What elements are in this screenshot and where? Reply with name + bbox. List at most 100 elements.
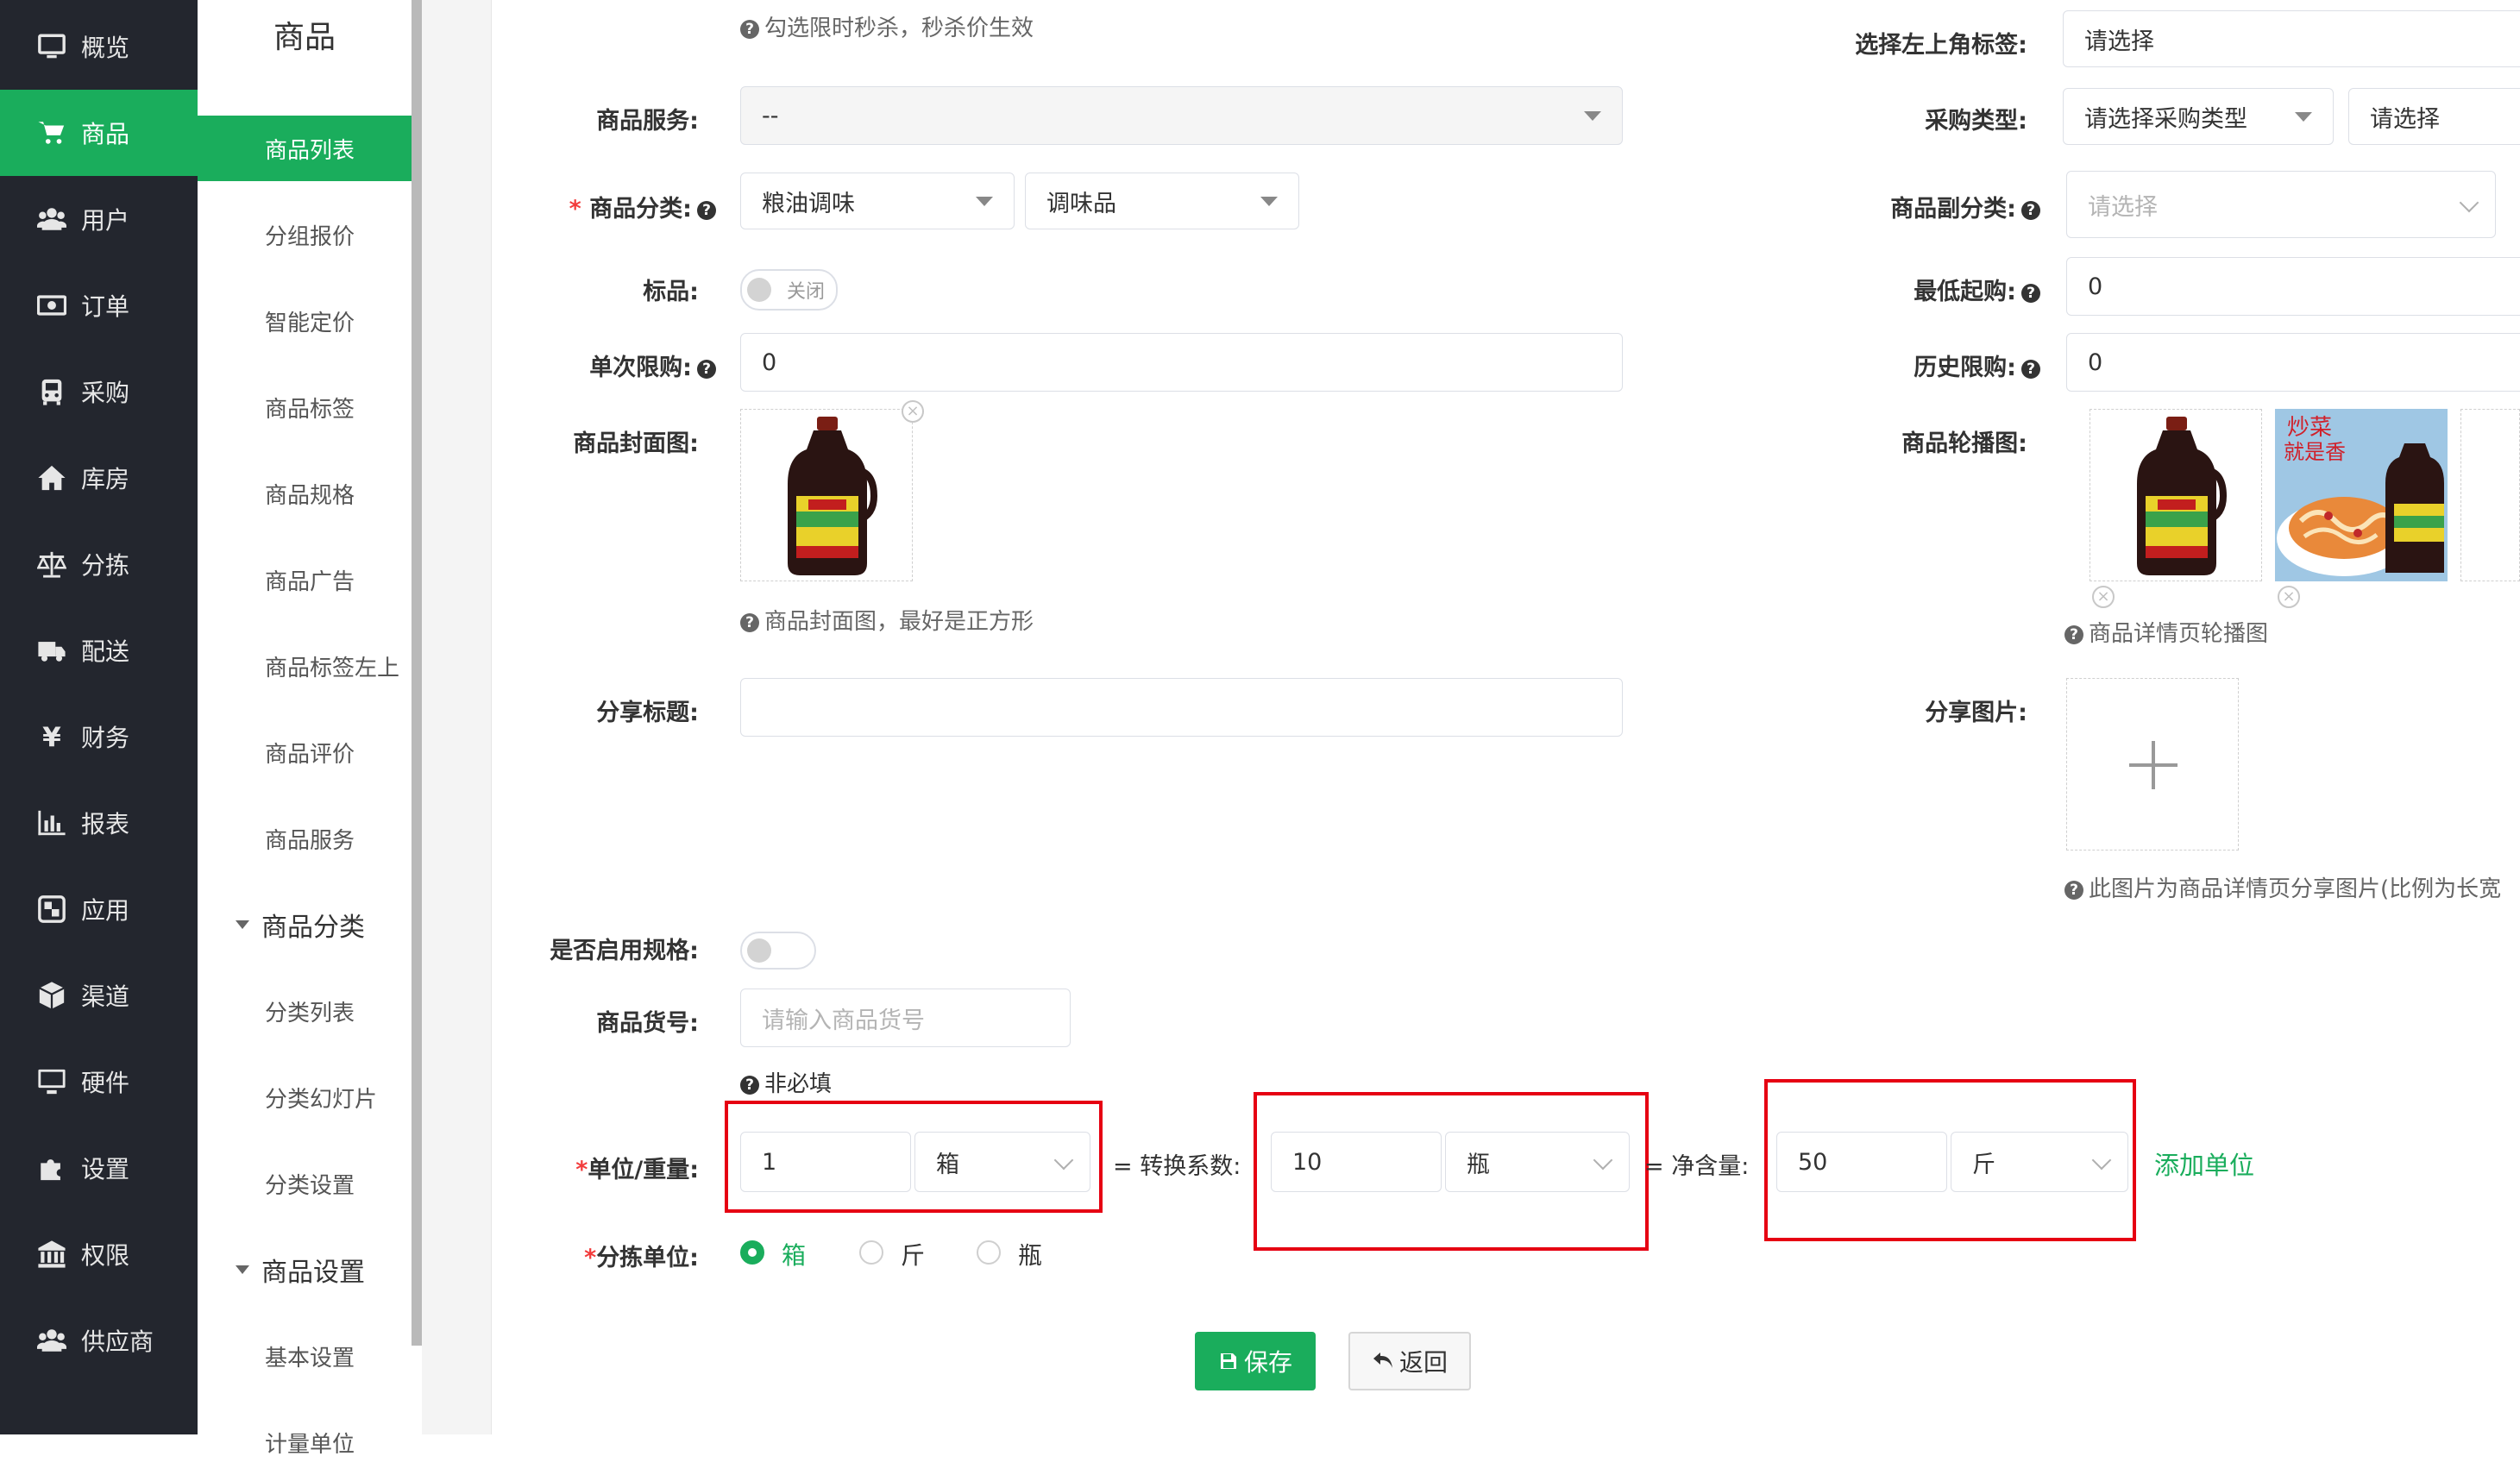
cover-label: 商品封面图: — [573, 430, 699, 457]
pick-unit-radio-jin[interactable] — [859, 1240, 883, 1265]
sidebar-group-category[interactable]: 商品分类 — [198, 892, 412, 957]
nav-item-4[interactable]: 采购 — [0, 348, 198, 435]
pick-unit-radio-box[interactable] — [740, 1240, 764, 1265]
category-label: * 商品分类:? — [466, 190, 716, 223]
apps-icon — [36, 894, 67, 925]
standard-label: 标品: — [643, 279, 699, 305]
nav-item-1[interactable]: 商品 — [0, 90, 198, 176]
back-button[interactable]: 返回 — [1348, 1332, 1471, 1390]
nav-item-13[interactable]: 设置 — [0, 1125, 198, 1211]
sub-category-select[interactable]: 请选择 — [2066, 171, 2496, 238]
carousel-hint: ? 商品详情页轮播图 — [2064, 616, 2268, 648]
scale-icon — [36, 549, 67, 580]
nav-item-label: 应用 — [81, 896, 130, 925]
purchase-type-select[interactable]: 请选择采购类型 — [2063, 88, 2334, 145]
sidebar-item-6[interactable]: 商品标签左上 — [198, 633, 412, 699]
nav-item-11[interactable]: 渠道 — [0, 952, 198, 1039]
single-limit-input[interactable]: 0 — [740, 333, 1623, 392]
pick-unit-option-jin[interactable]: 斤 — [901, 1237, 925, 1271]
nav-item-label: 商品 — [81, 120, 130, 148]
nav-item-3[interactable]: 订单 — [0, 262, 198, 348]
share-image-hint: ? 此图片为商品详情页分享图片(比例为长宽 — [2064, 871, 2501, 903]
sidebar-item-3[interactable]: 商品标签 — [198, 374, 412, 440]
help-icon: ? — [2064, 880, 2083, 900]
sidebar-item-7[interactable]: 商品评价 — [198, 719, 412, 785]
sidebar-item-0[interactable]: 商品列表 — [198, 116, 412, 181]
corner-tag-select[interactable]: 请选择 — [2063, 10, 2520, 67]
share-image-label: 分享图片: — [1925, 700, 2027, 726]
sidebar-item-label: 分类设置 — [265, 1172, 355, 1199]
carousel-image-2[interactable]: 炒菜 就是香 — [2275, 409, 2448, 581]
spec-toggle[interactable] — [740, 932, 816, 970]
soy-sauce-bottle-image — [2137, 417, 2228, 575]
history-limit-input[interactable]: 0 — [2066, 333, 2520, 392]
nav-item-7[interactable]: 配送 — [0, 607, 198, 694]
category-level2-select[interactable]: 调味品 — [1025, 173, 1299, 229]
nav-item-label: 库房 — [81, 465, 130, 493]
sidebar-item-1[interactable]: 分组报价 — [198, 202, 412, 267]
add-unit-link[interactable]: 添加单位 — [2154, 1145, 2254, 1182]
sidebar-category-item-1[interactable]: 分类幻灯片 — [198, 1064, 412, 1130]
sidebar-item-label: 商品广告 — [265, 568, 355, 595]
home-icon — [36, 462, 67, 493]
nav-item-label: 订单 — [81, 292, 130, 321]
sidebar-category-item-0[interactable]: 分类列表 — [198, 978, 412, 1044]
nav-item-10[interactable]: 应用 — [0, 866, 198, 952]
sidebar-item-label: 智能定价 — [265, 310, 355, 336]
help-icon: ? — [740, 1075, 759, 1095]
nav-item-14[interactable]: 权限 — [0, 1211, 198, 1297]
nav-item-12[interactable]: 硬件 — [0, 1039, 198, 1125]
sidebar-item-2[interactable]: 智能定价 — [198, 288, 412, 354]
cover-image-slot[interactable] — [740, 409, 913, 581]
remove-carousel-1-icon[interactable]: × — [2092, 586, 2115, 608]
svg-text:就是香: 就是香 — [2284, 440, 2346, 464]
sub-category-label: 商品副分类:? — [1794, 190, 2040, 223]
sidebar-scrollbar[interactable] — [412, 0, 422, 1346]
caret-down-icon — [236, 1265, 249, 1274]
sidebar-group-label: 商品分类 — [261, 913, 365, 943]
nav-item-6[interactable]: 分拣 — [0, 521, 198, 607]
sidebar-item-4[interactable]: 商品规格 — [198, 461, 412, 526]
conversion-label: = 转换系数: — [1113, 1153, 1241, 1180]
corner-tag-label: 选择左上角标签: — [1855, 32, 2027, 59]
nav-item-2[interactable]: 用户 — [0, 176, 198, 262]
carousel-image-1[interactable] — [2090, 409, 2262, 581]
users-icon — [36, 204, 67, 235]
carousel-add-slot[interactable] — [2460, 409, 2520, 581]
pick-unit-option-bottle[interactable]: 瓶 — [1018, 1237, 1042, 1271]
nav-item-15[interactable]: 供应商 — [0, 1297, 198, 1384]
nav-item-8[interactable]: ¥ 财务 — [0, 694, 198, 780]
save-button[interactable]: 保存 — [1195, 1332, 1316, 1390]
service-select[interactable]: -- — [740, 86, 1623, 145]
dropdown-caret-icon — [1260, 197, 1278, 206]
net-content-label: = 净含量: — [1644, 1153, 1750, 1180]
monitor-icon — [36, 31, 67, 62]
help-icon: ? — [2021, 283, 2040, 303]
share-image-upload[interactable] — [2066, 678, 2239, 850]
share-title-input[interactable] — [740, 678, 1623, 737]
nav-item-5[interactable]: 库房 — [0, 435, 198, 521]
sidebar-item-label: 商品服务 — [265, 827, 355, 854]
nav-item-9[interactable]: 报表 — [0, 780, 198, 866]
standard-toggle[interactable]: 关闭 — [740, 269, 838, 311]
caret-down-icon — [236, 920, 249, 929]
category-level1-select[interactable]: 粮油调味 — [740, 173, 1015, 229]
nav-item-0[interactable]: 概览 — [0, 3, 198, 90]
purchase-type-label: 采购类型: — [1925, 108, 2027, 135]
min-order-input[interactable]: 0 — [2066, 257, 2520, 316]
sidebar-settings-item-0[interactable]: 基本设置 — [198, 1323, 412, 1389]
sidebar-item-label: 商品列表 — [265, 137, 355, 164]
sidebar-settings-item-1[interactable]: 计量单位 — [198, 1409, 412, 1475]
sidebar-group-settings[interactable]: 商品设置 — [198, 1237, 412, 1302]
sidebar-item-8[interactable]: 商品服务 — [198, 806, 412, 871]
remove-carousel-2-icon[interactable]: × — [2278, 586, 2300, 608]
help-icon: ? — [697, 359, 716, 379]
sku-input[interactable]: 请输入商品货号 — [740, 989, 1071, 1047]
sidebar-category-item-2[interactable]: 分类设置 — [198, 1151, 412, 1216]
sidebar-item-5[interactable]: 商品广告 — [198, 547, 412, 612]
purchase-subtype-select[interactable]: 请选择 — [2348, 88, 2520, 145]
cart-icon — [36, 117, 67, 148]
pick-unit-option-box[interactable]: 箱 — [782, 1237, 806, 1271]
remove-cover-icon[interactable]: × — [902, 400, 924, 423]
pick-unit-radio-bottle[interactable] — [977, 1240, 1001, 1265]
